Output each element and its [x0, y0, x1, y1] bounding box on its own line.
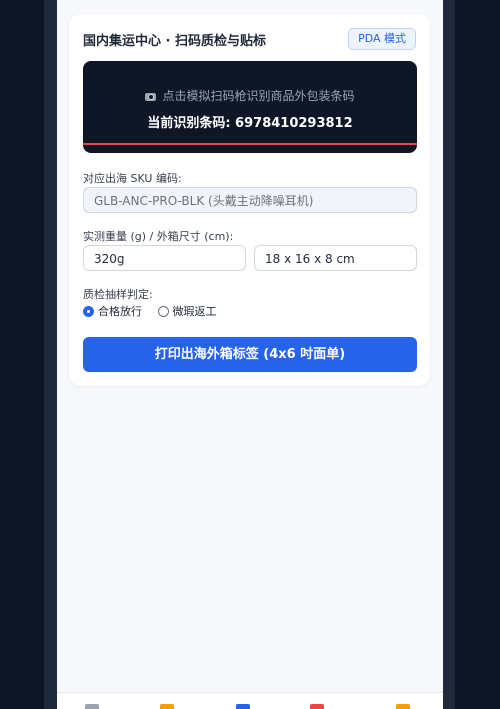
qc-option-pass[interactable]: 合格放行: [83, 303, 142, 319]
camera-icon: [145, 92, 157, 101]
qc-radio-group: 合格放行 微瑕返工: [83, 303, 229, 319]
dimensions-input[interactable]: 18 x 16 x 8 cm: [254, 245, 417, 271]
device-frame-left: [44, 0, 57, 709]
current-barcode: 当前识别条码: 6978410293812: [147, 116, 353, 131]
scan-hint-text: 点击模拟扫码枪识别商品外包装条码: [162, 89, 355, 103]
qc-option-rework[interactable]: 微瑕返工: [157, 303, 217, 319]
sku-field[interactable]: GLB-ANC-PRO-BLK (头戴主动降噪耳机): [83, 187, 417, 213]
box-icon[interactable]: [160, 704, 174, 709]
radio-selected-icon[interactable]: [83, 305, 94, 317]
pda-screen: 国内集运中心 · 扫码质检与贴标 PDA 模式 点击模拟扫码枪识别商品外包装条码…: [57, 0, 443, 709]
sku-label: 对应出海 SKU 编码:: [83, 172, 182, 185]
weight-input[interactable]: 320g: [83, 245, 246, 271]
qc-label: 质检抽样判定:: [83, 288, 153, 301]
qc-option-pass-label: 合格放行: [98, 305, 142, 318]
scanner-panel[interactable]: 点击模拟扫码枪识别商品外包装条码 当前识别条码: 6978410293812: [83, 61, 417, 153]
truck-icon[interactable]: [310, 704, 324, 709]
scan-hint[interactable]: 点击模拟扫码枪识别商品外包装条码: [83, 87, 417, 104]
radio-unselected-icon[interactable]: [157, 305, 169, 317]
user-icon[interactable]: [396, 704, 410, 709]
scan-icon[interactable]: [236, 704, 250, 709]
qc-option-rework-label: 微瑕返工: [172, 305, 217, 318]
card-title: 国内集运中心 · 扫码质检与贴标: [83, 34, 266, 49]
bottom-nav: [57, 692, 443, 709]
scan-line: [83, 143, 417, 145]
doc-icon[interactable]: [85, 704, 99, 709]
measure-label: 实测重量 (g) / 外箱尺寸 (cm):: [83, 230, 234, 243]
qc-label-card: 国内集运中心 · 扫码质检与贴标 PDA 模式 点击模拟扫码枪识别商品外包装条码…: [69, 14, 430, 386]
pda-mode-badge: PDA 模式: [348, 28, 416, 50]
device-frame-right: [443, 0, 455, 709]
print-label-button[interactable]: 打印出海外箱标签 (4x6 吋面单): [83, 337, 417, 372]
